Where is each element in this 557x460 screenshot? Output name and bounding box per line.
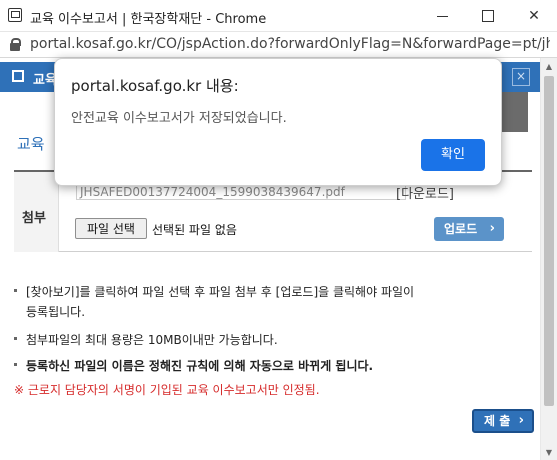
popup-close-button[interactable]: × [512, 68, 530, 86]
close-icon: ✕ [528, 8, 540, 24]
submit-label: 제 출 [484, 414, 511, 428]
app-window-icon [8, 8, 22, 22]
minimize-button[interactable] [419, 0, 465, 32]
note-item: 첨부파일의 최대 용량은 10MB이내만 가능합니다. [14, 330, 278, 350]
scrollbar-thumb[interactable] [544, 76, 554, 406]
warning-note: ※ 근로지 담당자의 서명이 기입된 교육 이수보고서만 인정됨. [14, 383, 320, 397]
file-select-button[interactable]: 파일 선택 [75, 218, 147, 239]
scroll-down-icon[interactable]: ▼ [541, 444, 557, 460]
bullet-icon [14, 363, 17, 366]
lock-icon [10, 38, 21, 51]
vertical-scrollbar[interactable]: ▲ ▼ [540, 58, 557, 460]
note-item: [찾아보기]를 클릭하여 파일 선택 후 파일 첨부 후 [업로드]을 클릭해야… [14, 282, 414, 322]
window-titlebar: 교육 이수보고서 | 한국장학재단 - Chrome ✕ [0, 0, 557, 32]
window-title: 교육 이수보고서 | 한국장학재단 - Chrome [30, 12, 267, 27]
scroll-up-icon[interactable]: ▲ [541, 58, 557, 74]
no-file-text: 선택된 파일 없음 [152, 223, 237, 237]
dialog-ok-button[interactable]: 확인 [421, 139, 485, 171]
alert-dialog: portal.kosaf.go.kr 내용: 안전교육 이수보고서가 저장되었습… [54, 58, 502, 186]
maximize-button[interactable] [465, 0, 511, 32]
chevron-right-icon: › [518, 413, 524, 428]
submit-button[interactable]: 제 출 › [472, 409, 534, 433]
chevron-right-icon: › [489, 221, 495, 236]
close-window-button[interactable]: ✕ [511, 0, 557, 32]
attach-label-cell: 첨부 [14, 172, 59, 252]
bullet-icon [14, 337, 17, 340]
minimize-icon [436, 15, 448, 17]
popup-window-icon [12, 70, 24, 82]
upload-label: 업로드 [444, 222, 478, 236]
attach-label: 첨부 [22, 211, 46, 226]
note-item: 등록하신 파일의 이름은 정해진 규칙에 의해 자동으로 바뀌게 됩니다. [14, 356, 373, 376]
maximize-icon [482, 10, 494, 22]
bullet-icon [14, 289, 17, 292]
dialog-message: 안전교육 이수보고서가 저장되었습니다. [71, 111, 287, 126]
url-text[interactable]: portal.kosaf.go.kr/CO/jspAction.do?forwa… [30, 36, 550, 52]
section-title: 교육 [17, 135, 45, 153]
dialog-title: portal.kosaf.go.kr 내용: [71, 77, 239, 95]
address-bar[interactable]: portal.kosaf.go.kr/CO/jspAction.do?forwa… [0, 32, 557, 58]
upload-button[interactable]: 업로드 › [434, 217, 504, 241]
